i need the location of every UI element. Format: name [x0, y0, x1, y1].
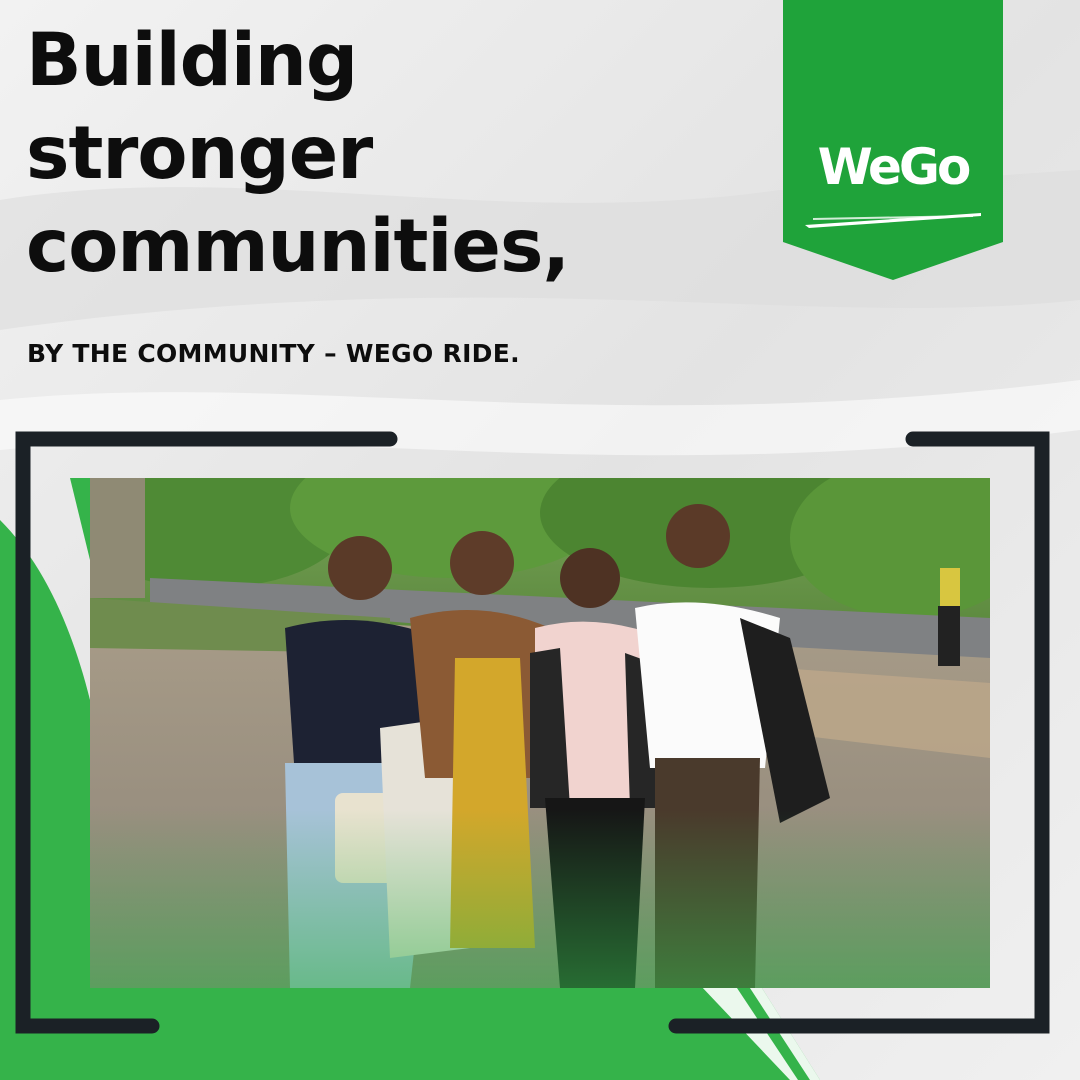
headline-line-2: stronger — [26, 111, 373, 196]
headline-line-1: Building — [26, 18, 358, 103]
headline: Building stronger communities, — [26, 14, 570, 293]
group-photo — [90, 478, 990, 988]
tagline: BY THE COMMUNITY – WEGO RIDE. — [27, 339, 520, 368]
headline-line-3: communities, — [26, 204, 570, 289]
wego-logo: WeGo — [817, 138, 972, 196]
